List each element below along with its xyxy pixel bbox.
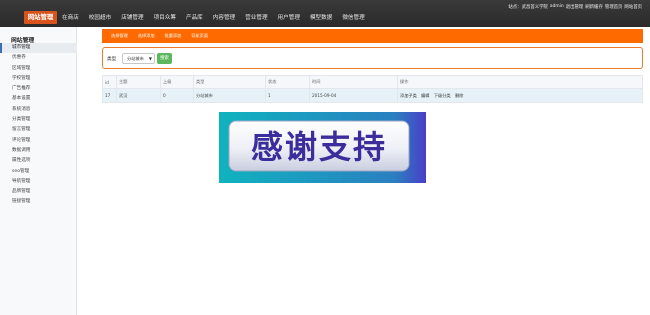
site-home-link[interactable]: 网站首页 xyxy=(624,4,642,10)
col-status: 状态 xyxy=(265,75,310,89)
nav-item-crowdfunding[interactable]: 项目众筹 xyxy=(149,13,181,24)
sidebar-item-links[interactable]: 链接管理 xyxy=(0,197,77,207)
delete-link[interactable]: 删除 xyxy=(455,93,463,98)
nav-item-products[interactable]: 产品库 xyxy=(181,13,208,24)
top-bar: 网站管理 在商店 校园超市 店铺管理 项目众筹 产品库 内容管理 营业管理 用户… xyxy=(0,0,650,27)
table-header-row: id 主题 上级 类型 状态 时间 操作 xyxy=(102,75,643,89)
sidebar-item-regions[interactable]: 区域管理 xyxy=(0,64,77,74)
nav-item-supermarket[interactable]: 校园超市 xyxy=(84,13,116,24)
thanks-banner: 感谢支持 xyxy=(219,112,426,183)
sidebar-item-categories[interactable]: 分类管理 xyxy=(0,115,77,125)
sidebar-item-comments[interactable]: 评论管理 xyxy=(0,136,77,146)
col-id: id xyxy=(102,75,117,89)
cell-actions: 添加子类 编辑 下级分类 删除 xyxy=(397,88,643,103)
cell-type: 分站城市 xyxy=(193,88,266,103)
col-actions: 操作 xyxy=(397,75,643,89)
sub-tab-bar: 选择管理 选择添加 批量添加 导航页面 xyxy=(102,29,643,43)
tab-batch-add[interactable]: 批量添加 xyxy=(160,33,187,39)
sidebar-item-seo[interactable]: seo管理 xyxy=(0,167,77,177)
sidebar-item-schools[interactable]: 学校管理 xyxy=(0,74,77,84)
sidebar-item-data-calls[interactable]: 数据调用 xyxy=(0,146,77,156)
sidebar-list: 城市管理 优惠券 区域管理 学校管理 广告推荐 基本设置 系统消息 分类管理 留… xyxy=(0,43,77,208)
site-label: 站点：武昌首义学院 xyxy=(508,5,548,10)
cell-status: 1 xyxy=(265,88,310,103)
sidebar-item-coupons[interactable]: 优惠券 xyxy=(0,53,77,63)
type-select-value: 分站城市 xyxy=(127,56,144,61)
main-nav: 在商店 校园超市 店铺管理 项目众筹 产品库 内容管理 营业管理 用户管理 模型… xyxy=(57,13,370,24)
user-name: admin xyxy=(549,4,564,9)
table-row: 17 武汉 0 分站城市 1 2015-09-04 添加子类 编辑 下级分类 删… xyxy=(102,88,643,103)
edit-link[interactable]: 编辑 xyxy=(421,93,429,98)
tab-add[interactable]: 选择添加 xyxy=(133,33,160,39)
brand-logo[interactable]: 网站管理 xyxy=(24,11,57,24)
type-select[interactable]: 分站城市 ▼ xyxy=(122,53,155,64)
col-type: 类型 xyxy=(193,75,266,89)
sidebar-item-messages[interactable]: 系统消息 xyxy=(0,105,77,115)
col-parent: 上级 xyxy=(160,75,194,89)
banner-text: 感谢支持 xyxy=(251,128,387,166)
cell-time: 2015-09-04 xyxy=(309,88,398,103)
sidebar-item-city[interactable]: 城市管理 xyxy=(0,43,77,54)
tab-nav-page[interactable]: 导航页面 xyxy=(186,33,213,39)
nav-item-business[interactable]: 营业管理 xyxy=(240,13,272,24)
chevron-down-icon: ▼ xyxy=(148,56,152,61)
cell-title: 武汉 xyxy=(116,88,161,103)
sidebar-item-brands[interactable]: 品牌管理 xyxy=(0,187,77,197)
add-child-link[interactable]: 添加子类 xyxy=(400,93,417,98)
sidebar-item-navigation[interactable]: 导航管理 xyxy=(0,177,77,187)
sidebar-item-settings[interactable]: 基本设置 xyxy=(0,94,77,104)
nav-item-shops[interactable]: 店铺管理 xyxy=(116,13,148,24)
top-right-links: 站点：武昌首义学院 admin 退出管理 刷新缓存 管理首页 网站首页 xyxy=(508,4,642,10)
col-time: 时间 xyxy=(309,75,398,89)
refresh-cache-link[interactable]: 刷新缓存 xyxy=(585,4,603,10)
nav-item-users[interactable]: 用户管理 xyxy=(273,13,305,24)
sidebar-item-attributes[interactable]: 属性选项 xyxy=(0,156,77,166)
nav-item-models[interactable]: 模型数据 xyxy=(305,13,337,24)
city-table: id 主题 上级 类型 状态 时间 操作 17 武汉 0 分站城市 1 2015… xyxy=(102,75,643,103)
nav-item-content[interactable]: 内容管理 xyxy=(208,13,240,24)
type-label: 类型 xyxy=(107,57,117,62)
tab-manage[interactable]: 选择管理 xyxy=(106,33,133,39)
cell-parent: 0 xyxy=(160,88,194,103)
admin-home-link[interactable]: 管理首页 xyxy=(605,4,623,10)
logout-link[interactable]: 退出管理 xyxy=(566,4,584,10)
nav-item-wechat[interactable]: 微信管理 xyxy=(337,13,369,24)
sidebar-item-guestbook[interactable]: 留言管理 xyxy=(0,125,77,135)
sub-category-link[interactable]: 下级分类 xyxy=(434,93,451,98)
filter-panel: 类型 分站城市 ▼ 搜索 xyxy=(102,47,643,69)
sidebar-item-ads[interactable]: 广告推荐 xyxy=(0,84,77,94)
col-title: 主题 xyxy=(116,75,161,89)
nav-item-store[interactable]: 在商店 xyxy=(57,13,84,24)
cell-id: 17 xyxy=(102,88,117,103)
sidebar: 网站管理 城市管理 优惠券 区域管理 学校管理 广告推荐 基本设置 系统消息 分… xyxy=(0,27,77,315)
search-button[interactable]: 搜索 xyxy=(157,53,172,64)
